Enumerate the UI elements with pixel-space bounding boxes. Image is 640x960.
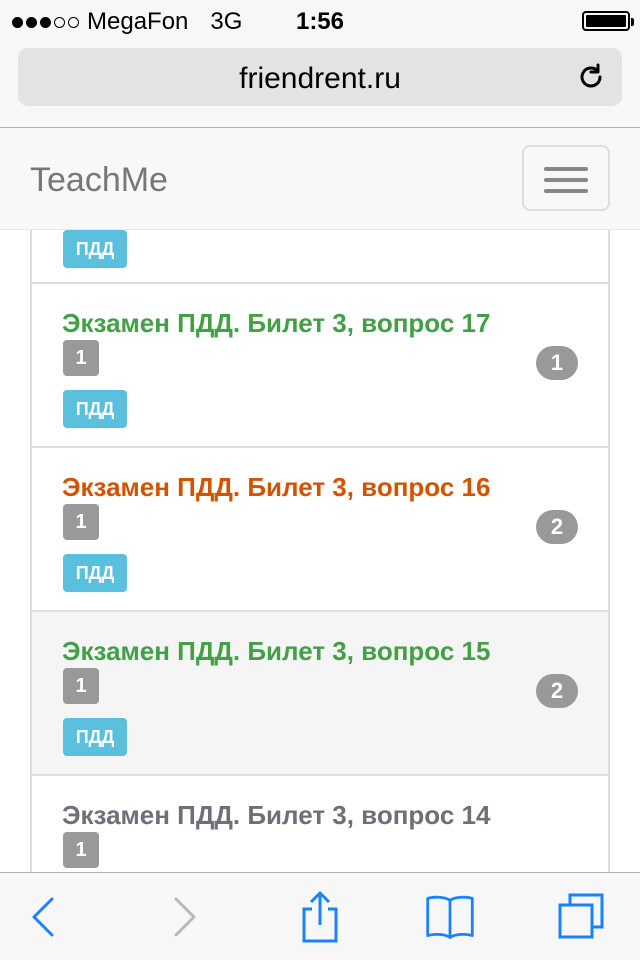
hamburger-icon-bar xyxy=(544,189,588,193)
browser-address-area: friendrent.ru xyxy=(0,40,640,128)
address-bar[interactable]: friendrent.ru xyxy=(18,48,622,106)
url-text: friendrent.ru xyxy=(239,62,401,95)
back-arrow-icon[interactable] xyxy=(18,891,70,943)
reload-icon[interactable] xyxy=(576,62,606,92)
site-navbar: TeachMe xyxy=(0,129,640,230)
browser-toolbar xyxy=(0,872,640,960)
content-area: ПДД Экзамен ПДД. Билет 3, вопрос 17 1 ПД… xyxy=(0,230,640,872)
battery-icon xyxy=(582,11,634,31)
number-label: 1 xyxy=(63,668,99,704)
hamburger-icon xyxy=(544,167,588,171)
bookmarks-icon[interactable] xyxy=(424,891,476,943)
status-bar: MegaFon 3G 1:56 xyxy=(0,0,640,40)
number-label: 1 xyxy=(63,340,99,376)
question-list: ПДД Экзамен ПДД. Билет 3, вопрос 17 1 ПД… xyxy=(30,230,610,872)
list-item[interactable]: Экзамен ПДД. Билет 3, вопрос 15 1 ПДД 2 xyxy=(30,612,610,776)
count-badge: 2 xyxy=(536,674,578,708)
number-label: 1 xyxy=(63,504,99,540)
list-item[interactable]: Экзамен ПДД. Билет 3, вопрос 16 1 ПДД 2 xyxy=(30,448,610,612)
tag-label[interactable]: ПДД xyxy=(63,554,127,592)
tag-label[interactable]: ПДД xyxy=(63,230,127,268)
list-item[interactable]: Экзамен ПДД. Билет 3, вопрос 17 1 ПДД 1 xyxy=(30,284,610,448)
question-title[interactable]: Экзамен ПДД. Билет 3, вопрос 16 xyxy=(62,472,490,503)
brand-logo[interactable]: TeachMe xyxy=(30,161,168,200)
forward-arrow-icon[interactable] xyxy=(158,891,210,943)
menu-toggle-button[interactable] xyxy=(522,145,610,211)
tabs-icon[interactable] xyxy=(556,891,608,943)
count-badge: 2 xyxy=(536,510,578,544)
list-item[interactable]: Экзамен ПДД. Билет 3, вопрос 14 1 xyxy=(30,776,610,872)
list-item[interactable]: ПДД xyxy=(30,230,610,284)
tag-label[interactable]: ПДД xyxy=(63,390,127,428)
status-time: 1:56 xyxy=(295,8,345,35)
question-title[interactable]: Экзамен ПДД. Билет 3, вопрос 14 xyxy=(62,800,490,831)
hamburger-icon-bar xyxy=(544,178,588,182)
question-title[interactable]: Экзамен ПДД. Билет 3, вопрос 17 xyxy=(62,308,490,339)
count-badge: 1 xyxy=(536,346,578,380)
share-icon[interactable] xyxy=(294,891,346,943)
tag-label[interactable]: ПДД xyxy=(63,718,127,756)
number-label: 1 xyxy=(63,832,99,868)
question-title[interactable]: Экзамен ПДД. Билет 3, вопрос 15 xyxy=(62,636,490,667)
